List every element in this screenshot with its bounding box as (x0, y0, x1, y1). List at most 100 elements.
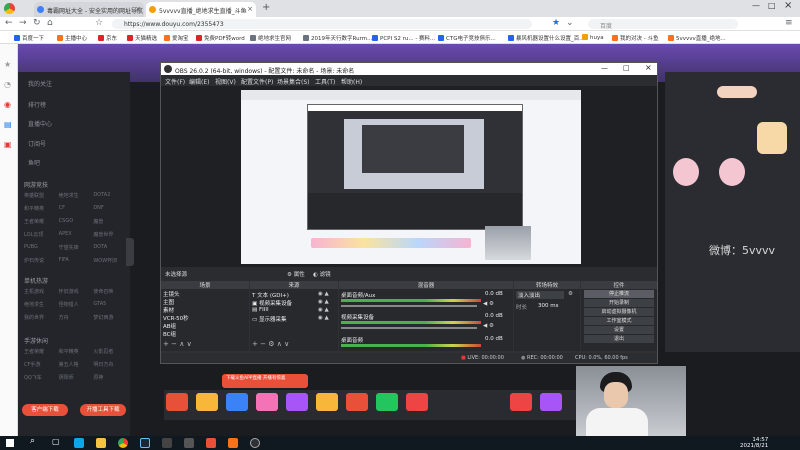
add-icon[interactable]: + (163, 340, 169, 348)
start-icon[interactable] (6, 439, 14, 447)
bookmark-item[interactable]: 我的对决 - 斗鱼 (612, 34, 658, 42)
scene-item[interactable]: 主图 (163, 298, 174, 306)
sidebar-item-yuba[interactable]: 鱼吧 (28, 158, 40, 167)
move-up-icon[interactable]: ∧ (179, 340, 184, 348)
studio-mode-button[interactable]: 工作室模式 (584, 317, 654, 325)
tool-download-button[interactable]: 开播工具下载 (80, 404, 126, 416)
category-link[interactable]: 原神 (93, 374, 128, 381)
sidenav-star-icon[interactable]: ★ (4, 60, 11, 69)
category-link[interactable]: 炉石传说 (24, 257, 59, 264)
obs-maximize-button[interactable]: □ (623, 64, 630, 72)
bookmark-item[interactable]: 主播中心 (57, 34, 87, 42)
exit-button[interactable]: 退出 (584, 335, 654, 343)
menu-view[interactable]: 视图(V) (215, 77, 236, 86)
tab-close-icon[interactable]: × (247, 5, 253, 13)
category-link[interactable]: DOTA2 (93, 192, 128, 199)
category-link[interactable]: 阴阳师 (59, 374, 94, 381)
category-link[interactable]: 主机游戏 (24, 288, 59, 295)
category-link[interactable]: 王者荣耀 (24, 348, 59, 355)
category-link[interactable]: LOL云顶 (24, 231, 59, 238)
tab-close-icon[interactable]: × (135, 5, 141, 13)
obs-minimize-button[interactable]: — (601, 64, 608, 72)
bookmark-item[interactable]: 天猫精选 (127, 34, 157, 42)
category-link[interactable]: 梦幻西游 (93, 314, 128, 321)
bookmark-item[interactable]: 绝地求生官网 (250, 34, 291, 42)
category-link[interactable]: 怀旧游戏 (59, 288, 94, 295)
menu-scene-collection[interactable]: 场景集合(S) (277, 77, 310, 86)
obs-preview[interactable] (161, 86, 657, 267)
explorer-icon[interactable] (96, 438, 106, 448)
scene-item[interactable]: 素材 (163, 306, 174, 314)
obs-close-button[interactable]: × (645, 63, 652, 72)
bookmark-star-icon[interactable]: ★ (552, 18, 560, 28)
filters-button[interactable]: ◐ 滤镜 (313, 270, 331, 278)
visibility-icon[interactable]: ◉ ▲ (318, 291, 329, 297)
bookmark-item[interactable]: huya (582, 34, 604, 41)
sidenav-app-icon[interactable]: ▣ (4, 140, 12, 149)
speaker-icon[interactable]: ◀ ⚙ (483, 301, 494, 307)
category-link[interactable]: QQ飞车 (24, 374, 59, 381)
bookmark-item[interactable]: PCPI S2 ru... - 赛料... (372, 34, 435, 42)
menu-tools[interactable]: 工具(T) (315, 77, 335, 86)
gift-icon[interactable] (510, 393, 532, 411)
bookmark-item[interactable]: CTG电子竞技俱乐... (438, 34, 496, 42)
category-link[interactable]: 怪物猎人 (59, 301, 94, 308)
category-link[interactable]: CF手游 (24, 361, 59, 368)
remove-icon[interactable]: − (171, 340, 177, 348)
category-link[interactable]: GTA5 (93, 301, 128, 308)
sidenav-weibo-icon[interactable]: ◉ (4, 100, 11, 109)
category-link[interactable]: 方舟 (59, 314, 94, 321)
gift-icon[interactable] (256, 393, 278, 411)
category-link[interactable]: 魔兽 (93, 218, 128, 225)
category-link[interactable]: 使命召唤 (93, 288, 128, 295)
category-link[interactable]: 王者荣耀 (24, 218, 59, 225)
app-icon[interactable] (206, 438, 216, 448)
category-link[interactable]: 和平精英 (59, 348, 94, 355)
category-link[interactable]: 火影忍者 (93, 348, 128, 355)
promo-banner[interactable]: 下载斗鱼APP直播 开播有惊喜 (222, 374, 308, 388)
task-view-icon[interactable]: ▢ (52, 437, 60, 446)
star-icon[interactable]: ☆ (95, 18, 103, 28)
category-link[interactable]: 魔兽世界 (93, 231, 128, 238)
sidenav-history-icon[interactable]: ◔ (4, 80, 11, 89)
settings-icon[interactable]: ⚙ (268, 340, 274, 348)
bookmark-item[interactable]: 免费PDF转word (196, 34, 245, 42)
bookmark-item[interactable]: 暴风机器设置什么设置_百... (508, 34, 585, 42)
volume-slider[interactable] (341, 305, 477, 307)
gift-icon[interactable] (166, 393, 188, 411)
back-icon[interactable]: ← (5, 18, 13, 28)
source-item[interactable]: ▭ 显示器采集 (252, 315, 286, 323)
gift-icon[interactable] (196, 393, 218, 411)
transition-select[interactable]: 淡入淡出 (516, 291, 564, 299)
stop-stream-button[interactable]: 停止推流 (584, 290, 654, 298)
category-link[interactable]: DOTA (93, 244, 128, 251)
visibility-icon[interactable]: ◉ ▲ (318, 299, 329, 305)
scene-item[interactable]: 主镜头 (163, 290, 180, 298)
gift-icon[interactable] (376, 393, 398, 411)
move-down-icon[interactable]: ∨ (187, 340, 192, 348)
client-download-button[interactable]: 客户端下载 (22, 404, 68, 416)
source-item[interactable]: T 文本 (GDI+) (252, 291, 289, 299)
source-item[interactable]: ▣ 视频采集设备 (252, 299, 292, 307)
visibility-icon[interactable]: ◉ ▲ (318, 315, 329, 321)
sidebar-item-center[interactable]: 直播中心 (28, 119, 52, 128)
gift-icon[interactable] (346, 393, 368, 411)
tab-daohang[interactable]: 毒霸网址大全 - 安全实用的网址导航 × (34, 2, 144, 17)
properties-button[interactable]: ⚙ 属性 (287, 270, 305, 278)
minimize-button[interactable]: — (752, 1, 760, 10)
app-icon[interactable] (162, 438, 172, 448)
bookmark-item[interactable]: 百度一下 (14, 34, 44, 42)
obs-icon[interactable] (250, 438, 260, 448)
speaker-icon[interactable]: ◀ ⚙ (483, 323, 494, 329)
edge-icon[interactable] (74, 438, 84, 448)
category-link[interactable]: APEX (59, 231, 94, 238)
pc-badge[interactable] (717, 86, 757, 98)
category-link[interactable]: FIFA (59, 257, 94, 264)
search-input[interactable]: 百度 (588, 19, 738, 30)
gift-icon[interactable] (226, 393, 248, 411)
bookmark-item[interactable]: 2019年天行数字Rurm... (303, 34, 372, 42)
reload-icon[interactable]: ↻ (33, 18, 41, 28)
category-link[interactable]: 绝地求生 (59, 192, 94, 199)
url-field[interactable]: https://www.douyu.com/2355473 (112, 19, 532, 29)
sidenav-mail-icon[interactable]: ▤ (4, 120, 12, 129)
